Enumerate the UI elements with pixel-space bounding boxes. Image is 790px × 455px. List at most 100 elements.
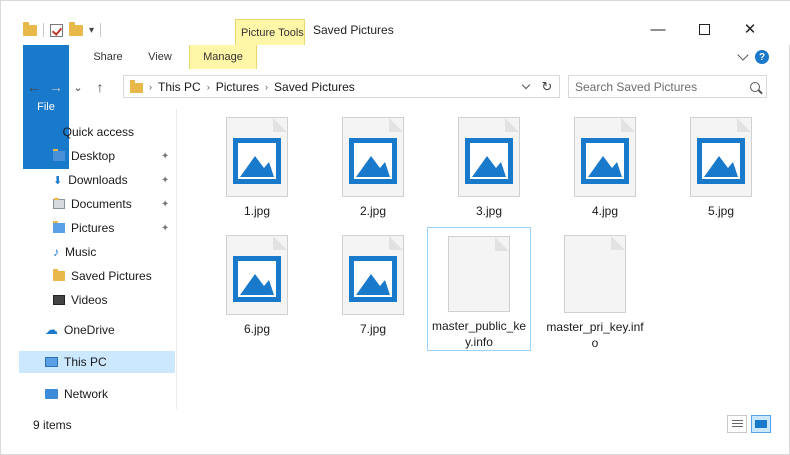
refresh-button[interactable]: ↻ — [535, 75, 559, 98]
file-name: 7.jpg — [359, 322, 387, 336]
folder-icon — [23, 21, 37, 36]
sidebar-item-videos[interactable]: Videos — [19, 289, 175, 311]
up-button[interactable]: ↑ — [89, 76, 111, 98]
sidebar-item-label: Pictures — [71, 221, 115, 235]
image-file-icon — [342, 117, 404, 197]
sidebar-item-label: Videos — [71, 293, 108, 307]
toolbar-divider — [43, 23, 44, 37]
search-placeholder: Search Saved Pictures — [575, 79, 698, 94]
file-item[interactable]: 2.jpg — [321, 109, 425, 233]
sidebar-item-saved-pictures[interactable]: Saved Pictures — [19, 265, 175, 287]
star-icon: ★ — [45, 124, 57, 139]
sidebar-item-label: Saved Pictures — [71, 269, 152, 283]
breadcrumb-saved-pictures[interactable]: Saved Pictures — [274, 80, 355, 94]
details-view-button[interactable] — [727, 415, 747, 433]
item-count: 9 items — [33, 418, 72, 432]
forward-button[interactable]: → — [45, 76, 67, 98]
navigation-pane: ★ Quick access Desktop ✦ ⬇ Downloads ✦ D… — [19, 109, 177, 409]
breadcrumb-separator[interactable]: › — [149, 82, 152, 92]
back-button[interactable]: ← — [23, 76, 45, 98]
page-fold — [273, 236, 287, 250]
file-item[interactable]: 4.jpg — [553, 109, 657, 233]
pictures-icon — [53, 221, 65, 233]
close-button[interactable]: ✕ — [727, 15, 773, 43]
sidebar-item-label: This PC — [64, 355, 107, 369]
file-name: 5.jpg — [707, 204, 735, 218]
file-item[interactable]: 3.jpg — [437, 109, 541, 233]
address-bar[interactable]: › This PC › Pictures › Saved Pictures — [123, 75, 560, 98]
picture-thumbnail-icon — [465, 138, 513, 184]
large-icons-view-icon — [755, 420, 767, 428]
file-item[interactable]: master_pri_key.info — [543, 227, 647, 351]
pin-icon[interactable]: ✦ — [161, 175, 169, 186]
page-fold — [621, 118, 635, 132]
sidebar-item-music[interactable]: ♪ Music — [19, 241, 175, 263]
customize-toolbar-chevron-icon[interactable]: ▾ — [89, 25, 94, 36]
tab-manage[interactable]: Manage — [189, 45, 257, 69]
image-file-icon — [342, 235, 404, 315]
sidebar-item-quick-access[interactable]: ★ Quick access — [19, 121, 175, 143]
breadcrumb-separator[interactable]: › — [207, 82, 210, 92]
maximize-button[interactable] — [681, 15, 727, 43]
file-name: 6.jpg — [243, 322, 271, 336]
music-icon: ♪ — [53, 245, 59, 259]
sidebar-item-pictures[interactable]: Pictures ✦ — [19, 217, 175, 239]
file-name: 1.jpg — [243, 204, 271, 218]
breadcrumb-pictures[interactable]: Pictures — [216, 80, 259, 94]
image-file-icon — [458, 117, 520, 197]
large-icons-view-button[interactable] — [751, 415, 771, 433]
file-item[interactable]: master_public_key.info — [427, 227, 531, 351]
properties-icon[interactable] — [50, 23, 63, 37]
chevron-down-icon — [521, 80, 531, 89]
sidebar-item-downloads[interactable]: ⬇ Downloads ✦ — [19, 169, 175, 191]
picture-tools-label: Picture Tools — [241, 27, 304, 39]
picture-thumbnail-icon — [233, 138, 281, 184]
new-folder-icon[interactable] — [69, 21, 83, 36]
file-item[interactable]: 1.jpg — [205, 109, 309, 233]
file-name: 2.jpg — [359, 204, 387, 218]
minimize-button[interactable]: — — [635, 15, 681, 43]
file-name: 4.jpg — [591, 204, 619, 218]
page-fold — [505, 118, 519, 132]
network-icon — [45, 389, 58, 399]
file-list: 1.jpg 2.jpg 3.jpg 4.jpg 5.jpg 6.jpg 7.jp… — [191, 109, 781, 409]
search-icon — [750, 81, 760, 92]
file-name: 3.jpg — [475, 204, 503, 218]
pin-icon[interactable]: ✦ — [161, 151, 169, 162]
sidebar-item-documents[interactable]: Documents ✦ — [19, 193, 175, 215]
image-file-icon — [690, 117, 752, 197]
recent-locations-chevron-icon[interactable]: ⌄ — [67, 76, 89, 98]
search-input[interactable]: Search Saved Pictures — [568, 75, 767, 98]
navigation-bar: ← → ⌄ ↑ › This PC › Pictures › Saved Pic… — [23, 73, 775, 101]
details-view-icon — [731, 419, 743, 429]
sidebar-item-label: Music — [65, 245, 97, 259]
cloud-icon: ☁ — [45, 322, 58, 337]
breadcrumb-this-pc[interactable]: This PC — [158, 80, 201, 94]
file-item[interactable]: 6.jpg — [205, 227, 309, 351]
address-dropdown-button[interactable] — [519, 75, 533, 98]
expand-ribbon-chevron-icon[interactable] — [737, 49, 749, 61]
help-icon[interactable]: ? — [755, 50, 769, 64]
tab-share[interactable]: Share — [85, 45, 131, 69]
file-item[interactable]: 5.jpg — [669, 109, 773, 233]
documents-icon — [53, 198, 65, 209]
sidebar-item-label: Quick access — [62, 125, 135, 139]
pin-icon[interactable]: ✦ — [161, 223, 169, 234]
blank-file-icon — [448, 236, 510, 312]
sidebar-item-network[interactable]: Network — [19, 383, 175, 405]
status-bar: 9 items — [19, 413, 775, 437]
pin-icon[interactable]: ✦ — [161, 199, 169, 210]
computer-icon — [45, 357, 58, 367]
sidebar-item-label: Network — [64, 387, 109, 401]
image-file-icon — [226, 117, 288, 197]
folder-icon — [130, 79, 143, 93]
breadcrumb-separator[interactable]: › — [265, 82, 268, 92]
sidebar-item-onedrive[interactable]: ☁ OneDrive — [19, 319, 175, 341]
view-switcher — [727, 415, 771, 433]
sidebar-item-this-pc[interactable]: This PC — [19, 351, 175, 373]
file-item[interactable]: 7.jpg — [321, 227, 425, 351]
tab-view[interactable]: View — [131, 45, 189, 69]
page-fold — [389, 236, 403, 250]
sidebar-item-label: OneDrive — [64, 323, 115, 337]
sidebar-item-desktop[interactable]: Desktop ✦ — [19, 145, 175, 167]
